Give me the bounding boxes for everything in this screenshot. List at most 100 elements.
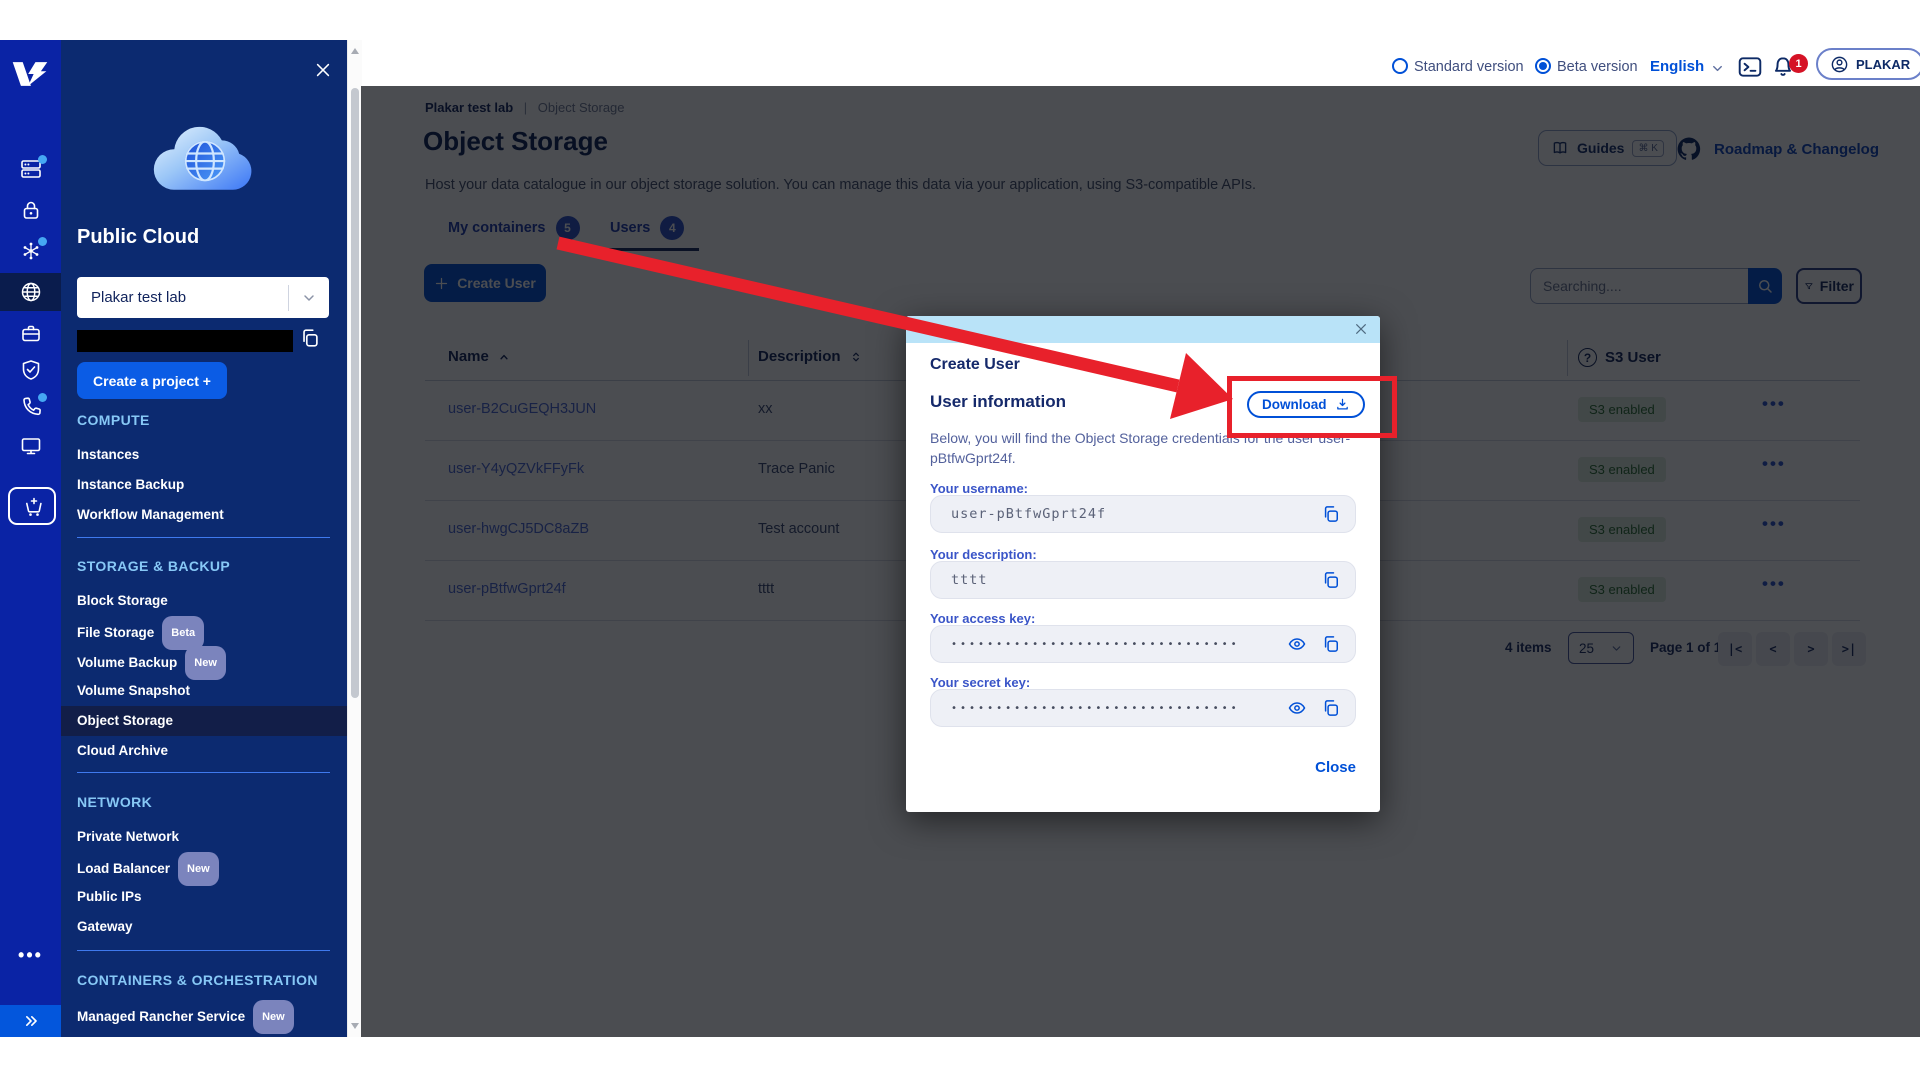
terminal-icon[interactable] (1737, 54, 1763, 80)
account-button[interactable]: PLAKAR (1816, 48, 1920, 80)
username-field: user-pBtfwGprt24f (930, 495, 1356, 533)
sidebar-scrollbar[interactable] (347, 40, 362, 1037)
standard-version-label[interactable]: Standard version (1414, 59, 1524, 75)
language-selector[interactable]: English (1650, 58, 1704, 75)
sidebar-item-label: Instances (77, 447, 139, 462)
copy-project-id-icon[interactable] (299, 327, 323, 351)
rail-public-cloud-globe-icon[interactable] (0, 273, 61, 311)
sidebar-item-cloud-archive[interactable]: Cloud Archive (61, 736, 347, 766)
rail-shield-icon[interactable] (0, 351, 61, 389)
chevron-down-icon (289, 290, 329, 306)
sidebar-item-label: Managed Rancher Service (77, 1009, 245, 1024)
sidebar-item-file-storage[interactable]: File StorageBeta (61, 616, 347, 646)
section-heading: COMPUTE (61, 412, 347, 430)
rail-network-hub-icon[interactable] (0, 232, 61, 270)
close-sidebar-icon[interactable] (313, 60, 335, 82)
create-project-button[interactable]: Create a project + (77, 362, 227, 399)
sidebar-item-managed-rancher[interactable]: Managed Rancher ServiceNew (61, 1000, 347, 1030)
sidebar-section-containers: CONTAINERS & ORCHESTRATION Managed Ranch… (61, 972, 347, 1030)
access-key-masked-value: •••••••••••••••••••••••••••••••• (931, 639, 1287, 650)
sidebar-item-volume-snapshot[interactable]: Volume Snapshot (61, 676, 347, 706)
section-heading: STORAGE & BACKUP (61, 558, 347, 576)
sidebar-section-storage-backup: STORAGE & BACKUP Block Storage File Stor… (61, 558, 347, 766)
sidebar-item-instances[interactable]: Instances (61, 440, 347, 470)
sidebar-section-compute: COMPUTE Instances Instance Backup Workfl… (61, 412, 347, 530)
copy-icon[interactable] (1321, 504, 1341, 524)
sidebar-item-object-storage[interactable]: Object Storage (61, 706, 347, 736)
new-badge: New (178, 852, 219, 886)
sidebar-item-instance-backup[interactable]: Instance Backup (61, 470, 347, 500)
secret-key-masked-value: •••••••••••••••••••••••••••••••• (931, 703, 1287, 714)
modal-section-title: User information (930, 392, 1066, 412)
sidebar-item-block-storage[interactable]: Block Storage (61, 586, 347, 616)
rail-servers-icon[interactable] (0, 150, 61, 188)
sidebar-item-gateway[interactable]: Gateway (61, 912, 347, 942)
sidebar-item-public-ips[interactable]: Public IPs (61, 882, 347, 912)
project-id-redacted (77, 330, 293, 352)
access-key-field: •••••••••••••••••••••••••••••••• (930, 625, 1356, 663)
sidebar-item-label: Cloud Archive (77, 743, 168, 758)
rail-desktop-icon[interactable] (0, 427, 61, 465)
sidebar-item-private-network[interactable]: Private Network (61, 822, 347, 852)
modal-header-strip (906, 316, 1380, 343)
create-user-modal: Create User User information Download Be… (906, 316, 1380, 812)
eye-icon[interactable] (1287, 698, 1307, 718)
scroll-up-arrow-icon[interactable] (351, 48, 359, 54)
description-label: Your description: (930, 547, 1037, 562)
beta-version-label[interactable]: Beta version (1557, 59, 1638, 75)
ovhcloud-logo-icon[interactable] (10, 60, 50, 93)
copy-icon[interactable] (1321, 634, 1341, 654)
rail-more-button[interactable]: ••• (0, 945, 61, 966)
sidebar-divider (77, 772, 330, 773)
expand-sidebar-button[interactable] (0, 1005, 61, 1037)
close-icon[interactable] (1353, 321, 1370, 338)
sidebar-item-load-balancer[interactable]: Load BalancerNew (61, 852, 347, 882)
public-cloud-sidebar: Public Cloud Plakar test lab Create a pr… (61, 40, 347, 1037)
beta-version-radio[interactable] (1535, 58, 1551, 74)
description-field: tttt (930, 561, 1356, 599)
sidebar-item-label: Workflow Management (77, 507, 224, 522)
new-badge: New (253, 1000, 294, 1034)
cloud-illustration (146, 112, 264, 205)
access-key-label: Your access key: (930, 611, 1035, 626)
rail-briefcase-icon[interactable] (0, 314, 61, 352)
modal-body-text: Below, you will find the Object Storage … (930, 428, 1364, 468)
username-value: user-pBtfwGprt24f (931, 506, 1321, 522)
sidebar-item-volume-backup[interactable]: Volume BackupNew (61, 646, 347, 676)
sidebar-item-label: Gateway (77, 919, 133, 934)
notification-dot (38, 393, 47, 402)
sidebar-item-label: Object Storage (77, 713, 173, 728)
sidebar-divider (77, 950, 330, 951)
project-selector[interactable]: Plakar test lab (77, 277, 329, 318)
sidebar-item-workflow-management[interactable]: Workflow Management (61, 500, 347, 530)
notification-count-badge[interactable]: 1 (1789, 54, 1808, 73)
ovhcloud-console: ••• Public Cloud Plakar test lab (0, 0, 1920, 1080)
modal-title: Create User (930, 356, 1020, 374)
notification-dot (38, 155, 47, 164)
chevron-down-icon[interactable] (1710, 61, 1725, 76)
sidebar-item-label: Instance Backup (77, 477, 184, 492)
sidebar-item-label: Volume Backup (77, 655, 177, 670)
copy-icon[interactable] (1321, 570, 1341, 590)
notification-dot (38, 237, 47, 246)
secret-key-field: •••••••••••••••••••••••••••••••• (930, 689, 1356, 727)
sidebar-item-label: Public IPs (77, 889, 142, 904)
download-icon (1335, 397, 1350, 412)
sidebar-item-label: Private Network (77, 829, 179, 844)
sidebar-item-label: File Storage (77, 625, 154, 640)
download-button[interactable]: Download (1247, 391, 1365, 418)
sidebar-section-network: NETWORK Private Network Load BalancerNew… (61, 794, 347, 942)
eye-icon[interactable] (1287, 634, 1307, 654)
rail-security-lock-icon[interactable] (0, 191, 61, 229)
scrollbar-thumb[interactable] (351, 88, 359, 698)
modal-close-link[interactable]: Close (1315, 759, 1356, 776)
description-value: tttt (931, 572, 1321, 588)
sidebar-item-label: Volume Snapshot (77, 683, 190, 698)
copy-icon[interactable] (1321, 698, 1341, 718)
project-selector-value: Plakar test lab (77, 289, 288, 306)
scroll-down-arrow-icon[interactable] (351, 1023, 359, 1029)
sidebar-title: Public Cloud (77, 226, 199, 249)
order-cart-button[interactable] (8, 487, 56, 525)
standard-version-radio[interactable] (1392, 58, 1408, 74)
rail-phone-icon[interactable] (0, 388, 61, 426)
